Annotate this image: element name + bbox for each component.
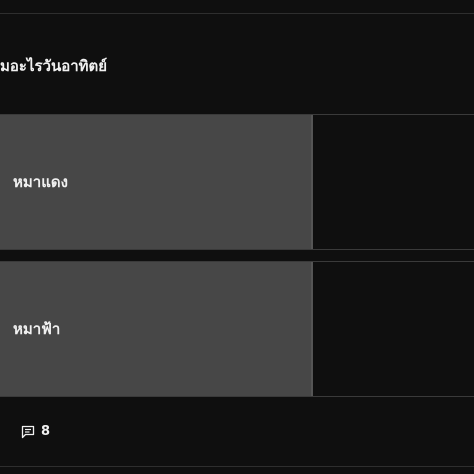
poll-option-2-label: หมาฟ้า xyxy=(13,320,61,338)
poll-card: มอะไรวันอาทิตย์ หมาแดง หมาฟ้า 8 xyxy=(0,0,474,474)
top-divider xyxy=(0,13,474,14)
poll-option-1-label: หมาแดง xyxy=(13,173,68,191)
comment-count: 8 xyxy=(41,424,51,439)
comment-icon xyxy=(21,425,35,439)
comments-button[interactable]: 8 xyxy=(21,424,50,439)
poll-option-1[interactable]: หมาแดง xyxy=(0,114,474,250)
bottom-divider xyxy=(0,466,474,467)
poll-question: มอะไรวันอาทิตย์ xyxy=(0,57,108,75)
poll-option-2[interactable]: หมาฟ้า xyxy=(0,261,474,397)
